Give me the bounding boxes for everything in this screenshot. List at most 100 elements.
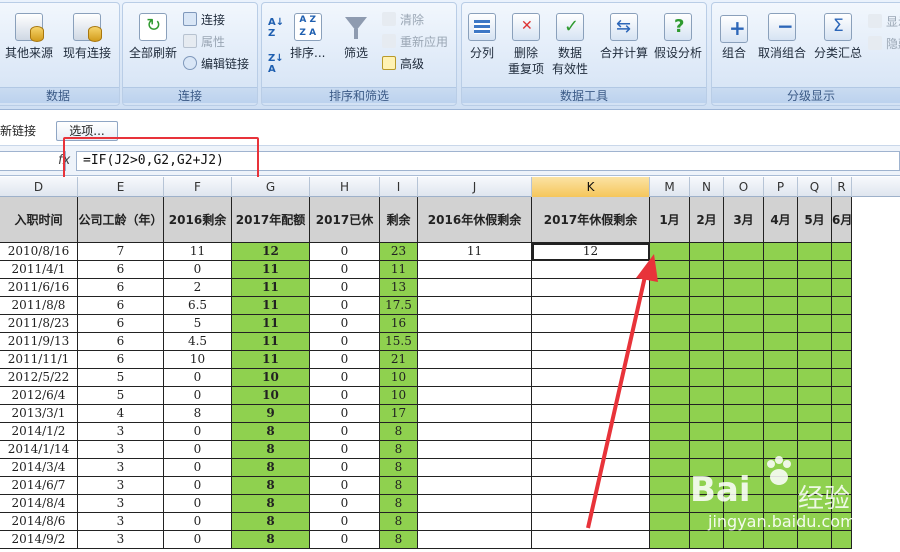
- properties-button[interactable]: 属性: [183, 31, 225, 51]
- other-sources-button[interactable]: 其他来源: [5, 13, 53, 61]
- cell-F8[interactable]: 10: [164, 351, 232, 369]
- cell-Q11[interactable]: [798, 405, 832, 423]
- cell-R2[interactable]: [832, 243, 852, 261]
- cell-O14[interactable]: [724, 459, 764, 477]
- cell-N17[interactable]: [690, 513, 724, 531]
- cell-N15[interactable]: [690, 477, 724, 495]
- hide-detail-button[interactable]: 隐藏: [868, 33, 900, 53]
- cell-G10[interactable]: 10: [232, 387, 310, 405]
- cell-O18[interactable]: [724, 531, 764, 549]
- header-cell-E[interactable]: 公司工龄（年）: [78, 197, 164, 243]
- cell-F13[interactable]: 0: [164, 441, 232, 459]
- cell-J16[interactable]: [418, 495, 532, 513]
- cell-H6[interactable]: 0: [310, 315, 380, 333]
- cell-R8[interactable]: [832, 351, 852, 369]
- cell-E14[interactable]: 3: [78, 459, 164, 477]
- column-header-F[interactable]: F: [164, 177, 232, 197]
- cell-E7[interactable]: 6: [78, 333, 164, 351]
- cell-K9[interactable]: [532, 369, 650, 387]
- cell-F7[interactable]: 4.5: [164, 333, 232, 351]
- cell-K5[interactable]: [532, 297, 650, 315]
- cell-J18[interactable]: [418, 531, 532, 549]
- cell-P14[interactable]: [764, 459, 798, 477]
- cell-I15[interactable]: 8: [380, 477, 418, 495]
- cell-D4[interactable]: 2011/6/16: [0, 279, 78, 297]
- cell-N18[interactable]: [690, 531, 724, 549]
- cell-Q14[interactable]: [798, 459, 832, 477]
- cell-H17[interactable]: 0: [310, 513, 380, 531]
- cell-M13[interactable]: [650, 441, 690, 459]
- cell-P9[interactable]: [764, 369, 798, 387]
- cell-G14[interactable]: 8: [232, 459, 310, 477]
- cell-I7[interactable]: 15.5: [380, 333, 418, 351]
- cell-R4[interactable]: [832, 279, 852, 297]
- cell-G8[interactable]: 11: [232, 351, 310, 369]
- cell-O5[interactable]: [724, 297, 764, 315]
- subtotal-button[interactable]: 分类汇总: [814, 13, 862, 61]
- cell-H5[interactable]: 0: [310, 297, 380, 315]
- column-header-K[interactable]: K: [532, 177, 650, 197]
- cell-E4[interactable]: 6: [78, 279, 164, 297]
- cell-P15[interactable]: [764, 477, 798, 495]
- cell-Q8[interactable]: [798, 351, 832, 369]
- cell-E5[interactable]: 6: [78, 297, 164, 315]
- cell-G15[interactable]: 8: [232, 477, 310, 495]
- cell-N9[interactable]: [690, 369, 724, 387]
- cell-J9[interactable]: [418, 369, 532, 387]
- cell-O17[interactable]: [724, 513, 764, 531]
- cell-R15[interactable]: [832, 477, 852, 495]
- cell-H15[interactable]: 0: [310, 477, 380, 495]
- cell-J11[interactable]: [418, 405, 532, 423]
- cell-G9[interactable]: 10: [232, 369, 310, 387]
- cell-K16[interactable]: [532, 495, 650, 513]
- column-header-R[interactable]: R: [832, 177, 852, 197]
- cell-O11[interactable]: [724, 405, 764, 423]
- cell-P2[interactable]: [764, 243, 798, 261]
- cell-E6[interactable]: 6: [78, 315, 164, 333]
- header-cell-I[interactable]: 剩余: [380, 197, 418, 243]
- cell-D16[interactable]: 2014/8/4: [0, 495, 78, 513]
- existing-connections-button[interactable]: 现有连接: [63, 13, 111, 61]
- consolidate-button[interactable]: 合并计算: [600, 13, 648, 61]
- header-cell-Q[interactable]: 5月: [798, 197, 832, 243]
- cell-F17[interactable]: 0: [164, 513, 232, 531]
- cell-H11[interactable]: 0: [310, 405, 380, 423]
- cell-N16[interactable]: [690, 495, 724, 513]
- cell-R3[interactable]: [832, 261, 852, 279]
- cell-F15[interactable]: 0: [164, 477, 232, 495]
- cell-N4[interactable]: [690, 279, 724, 297]
- cell-O3[interactable]: [724, 261, 764, 279]
- cell-E8[interactable]: 6: [78, 351, 164, 369]
- cell-N10[interactable]: [690, 387, 724, 405]
- column-header-I[interactable]: I: [380, 177, 418, 197]
- cell-E17[interactable]: 3: [78, 513, 164, 531]
- cell-O15[interactable]: [724, 477, 764, 495]
- cell-N6[interactable]: [690, 315, 724, 333]
- cell-G6[interactable]: 11: [232, 315, 310, 333]
- cell-K11[interactable]: [532, 405, 650, 423]
- cell-K4[interactable]: [532, 279, 650, 297]
- cell-P3[interactable]: [764, 261, 798, 279]
- cell-J13[interactable]: [418, 441, 532, 459]
- cell-Q2[interactable]: [798, 243, 832, 261]
- cell-H14[interactable]: 0: [310, 459, 380, 477]
- cell-N12[interactable]: [690, 423, 724, 441]
- cell-H9[interactable]: 0: [310, 369, 380, 387]
- cell-R13[interactable]: [832, 441, 852, 459]
- cell-M8[interactable]: [650, 351, 690, 369]
- cell-O9[interactable]: [724, 369, 764, 387]
- cell-I11[interactable]: 17: [380, 405, 418, 423]
- cell-M15[interactable]: [650, 477, 690, 495]
- cell-I9[interactable]: 10: [380, 369, 418, 387]
- group-button[interactable]: 组合: [720, 13, 748, 61]
- cell-R11[interactable]: [832, 405, 852, 423]
- cell-E13[interactable]: 3: [78, 441, 164, 459]
- cell-K18[interactable]: [532, 531, 650, 549]
- cell-M16[interactable]: [650, 495, 690, 513]
- cell-I16[interactable]: 8: [380, 495, 418, 513]
- cell-M17[interactable]: [650, 513, 690, 531]
- cell-F12[interactable]: 0: [164, 423, 232, 441]
- cell-O16[interactable]: [724, 495, 764, 513]
- cell-O12[interactable]: [724, 423, 764, 441]
- cell-G2[interactable]: 12: [232, 243, 310, 261]
